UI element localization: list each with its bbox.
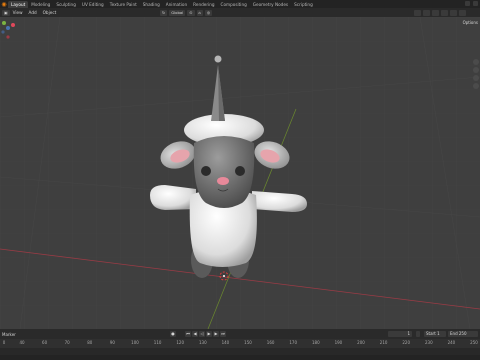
ruler-tick: 0 — [2, 340, 6, 345]
top-right-controls — [465, 1, 478, 6]
right-eye — [235, 166, 245, 176]
end-frame-field[interactable]: End 250 — [448, 331, 478, 337]
start-frame-field[interactable]: Start 1 — [424, 331, 446, 337]
menu-view[interactable]: View — [10, 10, 26, 15]
zoom-icon[interactable] — [473, 59, 479, 65]
ruler-tick: 160 — [266, 340, 275, 345]
editor-type-button[interactable]: ▣ — [2, 9, 10, 16]
frame-ruler[interactable]: 0 40 60 70 80 90 100 110 120 130 140 150 160 170 180 19… — [0, 339, 480, 348]
ruler-tick: 210 — [379, 340, 388, 345]
spike-ball — [214, 55, 222, 63]
current-frame-field[interactable]: 1 — [388, 331, 412, 337]
orientation-icon[interactable]: ↻ — [160, 9, 168, 16]
end-value: 250 — [458, 331, 467, 336]
tab-layout[interactable]: Layout — [8, 0, 29, 8]
ruler-tick: 70 — [64, 340, 70, 345]
ruler-tick: 150 — [244, 340, 252, 345]
ruler-tick: 40 — [19, 340, 25, 345]
blender-logo-icon[interactable]: ◉ — [0, 0, 8, 8]
left-arm — [150, 185, 196, 210]
ruler-tick: 220 — [402, 340, 411, 345]
jump-end-icon[interactable]: ⏭ — [220, 331, 226, 337]
play-icon[interactable]: ▶ — [206, 331, 212, 337]
keyframe-icon[interactable]: ● — [170, 331, 176, 337]
transform-tools: ↻ Global ⊙ ⌂ ◎ — [160, 9, 213, 16]
proportional-editing-icon[interactable]: ◎ — [204, 9, 213, 16]
view-layer-icon[interactable] — [473, 1, 478, 6]
tab-compositing[interactable]: Compositing — [218, 1, 250, 8]
menu-add[interactable]: Add — [26, 10, 40, 15]
tab-rendering[interactable]: Rendering — [190, 1, 217, 8]
gizmo-toggle-icon[interactable] — [423, 9, 430, 16]
ruler-tick: 170 — [289, 340, 298, 345]
timeline-track-area[interactable] — [0, 348, 480, 355]
ruler-tick: 130 — [198, 340, 207, 345]
ruler-tick: 230 — [424, 340, 433, 345]
play-reverse-icon[interactable]: ◁ — [199, 331, 205, 337]
tab-geometry-nodes[interactable]: Geometry Nodes — [250, 1, 291, 8]
transform-orientation-dropdown[interactable]: Global — [169, 9, 186, 16]
ruler-tick: 60 — [42, 340, 48, 345]
viewport-header: ▣ View Add Object ↻ Global ⊙ ⌂ ◎ — [0, 8, 480, 17]
marker-menu[interactable]: Marker — [0, 332, 16, 337]
tab-scripting[interactable]: Scripting — [291, 1, 316, 8]
ruler-tick: 190 — [334, 340, 343, 345]
menu-object[interactable]: Object — [40, 10, 60, 15]
viewport-menus: View Add Object — [10, 10, 60, 15]
ruler-tick: 100 — [131, 340, 139, 345]
clock-icon[interactable] — [416, 331, 420, 337]
perspective-toggle-icon[interactable] — [473, 83, 479, 89]
options-dropdown[interactable]: Options — [463, 20, 478, 25]
snap-icon[interactable]: ⌂ — [196, 9, 203, 16]
pan-icon[interactable] — [473, 67, 479, 73]
prev-keyframe-icon[interactable]: ◀ — [192, 331, 198, 337]
ruler-tick: 200 — [357, 340, 365, 345]
tab-uv-editing[interactable]: UV Editing — [79, 1, 107, 8]
tab-animation[interactable]: Animation — [163, 1, 190, 8]
jump-start-icon[interactable]: ⏮ — [185, 331, 191, 337]
tab-modeling[interactable]: Modeling — [28, 1, 53, 8]
workspace-bar: ◉ Layout Modeling Sculpting UV Editing Textu… — [0, 0, 480, 8]
navigation-gizmo[interactable] — [0, 17, 16, 47]
next-keyframe-icon[interactable]: ▶ — [213, 331, 219, 337]
tab-sculpting[interactable]: Sculpting — [53, 1, 79, 8]
viewport-shading-controls — [414, 9, 466, 16]
ruler-tick: 90 — [109, 340, 115, 345]
overlay-toggle-icon[interactable] — [432, 9, 439, 16]
pivot-point-icon[interactable]: ⊙ — [187, 9, 195, 16]
left-eye — [201, 166, 211, 176]
viewport-scene — [0, 17, 480, 329]
3d-viewport[interactable]: Options — [0, 17, 480, 329]
start-label: Start — [426, 331, 436, 336]
ruler-tick: 250 — [470, 340, 478, 345]
ruler-tick: 140 — [221, 340, 230, 345]
timeline-header: Marker ● ⏮ ◀ ◁ ▶ ▶ ⏭ 1 Start 1 End 250 — [0, 329, 480, 339]
workspace-tabs: Layout Modeling Sculpting UV Editing Texture… — [8, 0, 316, 8]
scene-selector-icon[interactable] — [465, 1, 470, 6]
end-label: End — [450, 331, 458, 336]
nose — [217, 177, 229, 185]
camera-view-icon[interactable] — [473, 75, 479, 81]
tab-texture-paint[interactable]: Texture Paint — [107, 1, 140, 8]
xray-toggle-icon[interactable] — [441, 9, 448, 16]
ruler-tick: 110 — [153, 340, 162, 345]
ruler-tick: 80 — [87, 340, 93, 345]
ruler-tick: 240 — [447, 340, 456, 345]
ruler-tick: 180 — [311, 340, 320, 345]
status-bar — [0, 355, 480, 360]
playback-controls: ● ⏮ ◀ ◁ ▶ ▶ ⏭ — [170, 331, 226, 337]
start-value: 1 — [437, 331, 440, 336]
solid-shading-icon[interactable] — [450, 9, 457, 16]
tab-shading[interactable]: Shading — [140, 1, 163, 8]
visibility-icon[interactable] — [414, 9, 421, 16]
ruler-tick: 120 — [176, 340, 185, 345]
material-shading-icon[interactable] — [459, 9, 466, 16]
